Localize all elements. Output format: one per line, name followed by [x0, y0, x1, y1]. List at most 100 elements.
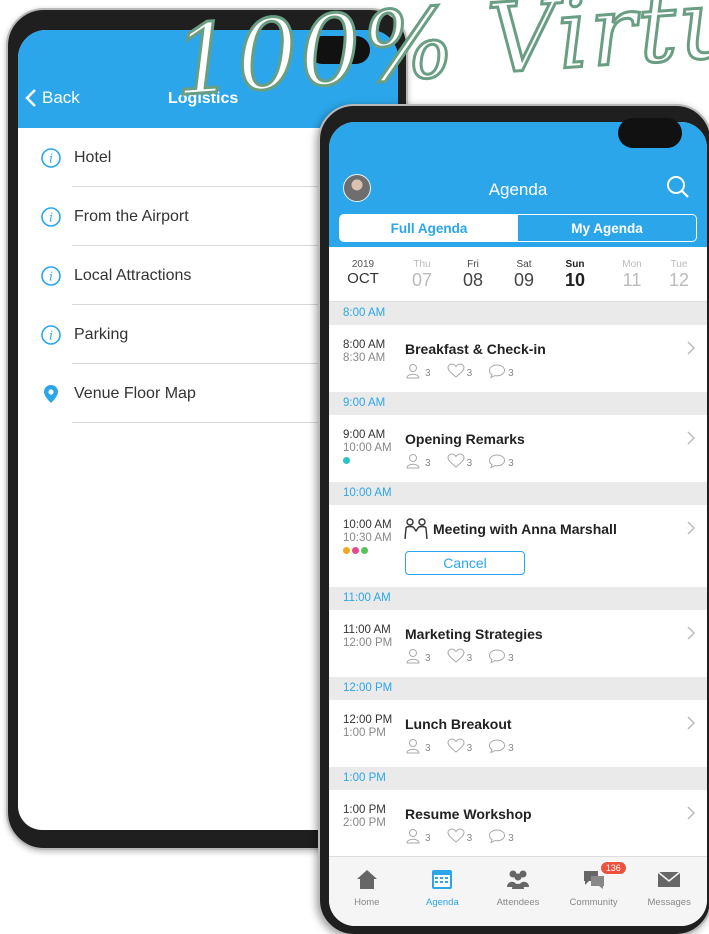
likes-stat[interactable]: 3: [447, 738, 472, 754]
session-lunch[interactable]: 12:00 PM 1:00 PM Lunch Breakout 3 3 3: [329, 700, 707, 767]
end-time: 1:00 PM: [343, 727, 386, 739]
heart-icon: [447, 738, 465, 753]
likes-stat[interactable]: 3: [447, 363, 472, 379]
end-time: 12:00 PM: [343, 637, 393, 649]
track-dots: [343, 547, 368, 554]
front-phone: Agenda Full Agenda My Agenda 2019 OCT Th…: [318, 104, 709, 934]
session-title: Lunch Breakout: [405, 716, 512, 732]
list-item-label: Parking: [74, 325, 129, 343]
attendees-count: 3: [425, 833, 431, 844]
chevron-left-icon: [25, 89, 36, 107]
likes-stat[interactable]: 3: [447, 453, 472, 469]
camera-notch: [618, 118, 682, 148]
tab-community[interactable]: 136 Community: [556, 857, 632, 926]
end-time: 10:30 AM: [343, 532, 392, 544]
likes-count: 3: [466, 833, 473, 844]
session-stats: 3 3 3: [405, 828, 514, 844]
tab-messages[interactable]: Messages: [631, 857, 707, 926]
person-icon: [406, 364, 420, 379]
tab-home[interactable]: Home: [329, 857, 405, 926]
agenda-screen: Agenda Full Agenda My Agenda 2019 OCT Th…: [329, 122, 707, 926]
list-item-label: Venue Floor Map: [74, 384, 196, 402]
attendees-stat[interactable]: 3: [405, 453, 431, 469]
likes-stat[interactable]: 3: [447, 828, 473, 844]
comments-stat[interactable]: 3: [488, 828, 514, 844]
likes-count: 3: [466, 653, 473, 664]
session-marketing[interactable]: 11:00 AM 12:00 PM Marketing Strategies 3 …: [329, 610, 707, 677]
tab-label: Community: [569, 897, 618, 908]
day-number: 07: [411, 270, 433, 290]
session-breakfast[interactable]: 8:00 AM 8:30 AM Breakfast & Check-in 3 3 …: [329, 325, 707, 392]
session-times: 9:00 AM 10:00 AM: [343, 429, 392, 455]
tab-full-agenda[interactable]: Full Agenda: [340, 215, 518, 241]
time-slot-header: 12:00 PM: [329, 677, 707, 700]
session-stats: 3 3 3: [405, 738, 514, 754]
start-time: 11:00 AM: [343, 624, 391, 636]
day-sun[interactable]: Sun 10: [555, 259, 595, 291]
comments-count: 3: [508, 653, 514, 664]
time-slot-header: 9:00 AM: [329, 392, 707, 415]
day-sat[interactable]: Sat 09: [504, 259, 544, 291]
month-text: OCT: [347, 270, 379, 287]
comments-stat[interactable]: 3: [488, 648, 514, 664]
back-button[interactable]: Back: [24, 88, 80, 108]
attendees-stat[interactable]: 3: [405, 738, 431, 754]
home-icon: [356, 870, 377, 889]
attendees-stat[interactable]: 3: [405, 828, 431, 844]
time-slot-header: 8:00 AM: [329, 302, 707, 325]
year-text: 2019: [351, 259, 375, 270]
comments-stat[interactable]: 3: [488, 738, 514, 754]
cancel-button[interactable]: Cancel: [405, 551, 525, 575]
day-name: Fri: [467, 259, 479, 270]
start-time: 1:00 PM: [343, 804, 386, 816]
session-opening-remarks[interactable]: 9:00 AM 10:00 AM Opening Remarks 3 3 3: [329, 415, 707, 482]
attendees-count: 3: [425, 458, 431, 469]
comments-count: 3: [508, 458, 514, 469]
day-tue[interactable]: Tue 12: [659, 259, 699, 291]
session-stats: 3 3 3: [405, 648, 514, 664]
comment-icon: [489, 364, 506, 379]
day-name: Thu: [413, 259, 431, 270]
day-mon[interactable]: Mon 11: [612, 259, 652, 291]
start-time: 9:00 AM: [343, 429, 386, 441]
attendees-stat[interactable]: 3: [405, 648, 431, 664]
svg-text:i: i: [49, 328, 53, 342]
tab-attendees[interactable]: Attendees: [480, 857, 556, 926]
list-item-label: Hotel: [74, 148, 112, 166]
time-slot-header: 10:00 AM: [329, 482, 707, 505]
tab-my-agenda[interactable]: My Agenda: [518, 215, 696, 241]
attendees-stat[interactable]: 3: [405, 363, 431, 379]
time-slot-header: 1:00 PM: [329, 767, 707, 790]
tab-agenda[interactable]: Agenda: [405, 857, 481, 926]
attendees-count: 3: [425, 743, 431, 754]
comment-icon: [489, 829, 506, 844]
session-stats: 3 3 3: [405, 363, 514, 379]
page-title: Logistics: [168, 90, 239, 107]
search-icon[interactable]: [665, 174, 691, 200]
chevron-right-icon: [687, 716, 695, 730]
attendees-count: 3: [425, 653, 431, 664]
page-title: Agenda: [488, 180, 548, 199]
back-button-label: Back: [42, 88, 80, 107]
session-title: Meeting with Anna Marshall: [433, 521, 617, 537]
track-dot: [343, 547, 350, 554]
day-thu[interactable]: Thu 07: [402, 259, 442, 291]
comments-stat[interactable]: 3: [488, 453, 514, 469]
tab-label: Home: [354, 897, 380, 908]
day-name: Sat: [516, 259, 532, 270]
start-time: 10:00 AM: [343, 519, 392, 531]
session-meeting-anna[interactable]: 10:00 AM 10:30 AM Meeting with Anna Marsh…: [329, 505, 707, 587]
likes-stat[interactable]: 3: [447, 648, 473, 664]
agenda-segmented-control: Full Agenda My Agenda: [339, 214, 697, 242]
end-time: 8:30 AM: [343, 352, 386, 364]
track-dot: [361, 547, 368, 554]
start-time: 8:00 AM: [343, 339, 386, 351]
day-fri[interactable]: Fri 08: [453, 259, 493, 291]
session-times: 10:00 AM 10:30 AM: [343, 519, 392, 545]
meeting-icon: [404, 518, 428, 540]
comments-stat[interactable]: 3: [488, 363, 514, 379]
day-name: Mon: [622, 259, 642, 270]
session-resume-workshop[interactable]: 1:00 PM 2:00 PM Resume Workshop 3 3 3: [329, 790, 707, 857]
date-picker: 2019 OCT Thu 07 Fri 08 Sat 09 Sun 10 Mon 11 T…: [329, 247, 707, 302]
tab-label: Agenda: [426, 897, 459, 908]
